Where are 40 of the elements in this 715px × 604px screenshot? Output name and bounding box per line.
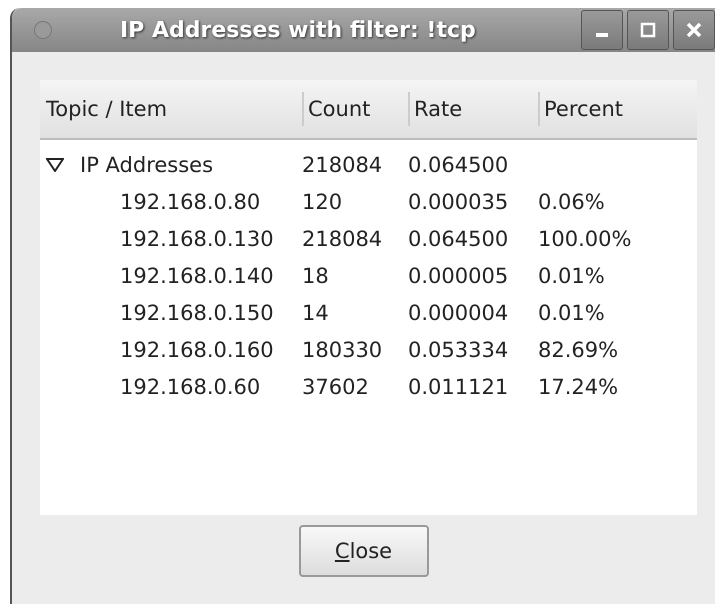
close-dialog-button[interactable]: Close [298, 525, 428, 577]
table-cell: 180330 [302, 338, 382, 362]
table-cell: 14 [302, 300, 329, 324]
table-cell: 18 [302, 264, 329, 288]
table-cell: 0.06% [538, 190, 605, 214]
table-cell: 17.24% [538, 374, 618, 398]
table-cell: 192.168.0.80 [120, 190, 260, 214]
table-cell: 0.000004 [408, 300, 508, 324]
column-header[interactable]: Percent [538, 80, 697, 140]
minimize-icon [596, 33, 608, 37]
table-cell: 192.168.0.150 [120, 300, 274, 324]
table-cell: 82.69% [538, 338, 618, 362]
window-title: IP Addresses with filter: !tcp [120, 18, 477, 42]
table-cell: 0.064500 [408, 226, 508, 250]
column-header[interactable]: Topic / Item [40, 80, 302, 140]
close-icon [686, 22, 702, 38]
table-cell: IP Addresses [80, 152, 214, 176]
column-header[interactable]: Count [302, 80, 408, 140]
table-cell: 0.011121 [408, 374, 508, 398]
table-cell: 0.01% [538, 300, 605, 324]
table-cell: 192.168.0.60 [120, 374, 260, 398]
table-cell: 0.000005 [408, 264, 508, 288]
table-cell: 0.000035 [408, 190, 508, 214]
table-cell: 0.064500 [408, 152, 508, 176]
table-cell: 192.168.0.130 [120, 226, 274, 250]
maximize-icon [640, 22, 656, 38]
table-cell: 218084 [302, 152, 382, 176]
collapse-triangle-icon[interactable] [46, 158, 64, 172]
maximize-button[interactable] [627, 10, 669, 50]
column-header[interactable]: Rate [408, 80, 538, 140]
table-cell: 218084 [302, 226, 382, 250]
table-cell: 100.00% [538, 226, 632, 250]
table-cell: 192.168.0.140 [120, 264, 274, 288]
table-cell: 0.01% [538, 264, 605, 288]
table-cell: 37602 [302, 374, 369, 398]
minimize-button[interactable] [581, 10, 623, 50]
table-cell: 120 [302, 190, 342, 214]
table-cell: 0.053334 [408, 338, 508, 362]
close-button[interactable] [673, 10, 715, 50]
table-cell: 192.168.0.160 [120, 338, 274, 362]
